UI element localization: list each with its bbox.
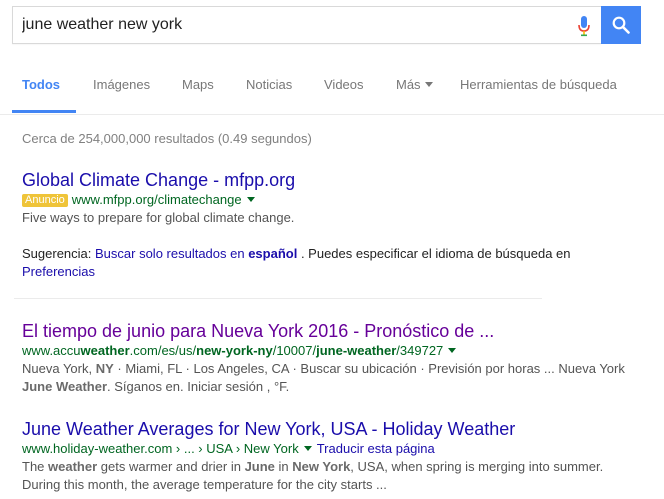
divider <box>14 298 542 299</box>
result-snippet: The weather gets warmer and drier in Jun… <box>22 458 642 494</box>
url-segment-bold: new-york-ny <box>196 343 273 358</box>
result-url: www.holiday-weather.com › ... › USA › Ne… <box>22 441 299 456</box>
snippet-bold: NY <box>95 361 114 376</box>
url-segment: .com/es/us/ <box>129 343 197 358</box>
search-header <box>0 0 664 52</box>
search-result: June Weather Averages for New York, USA … <box>22 418 642 494</box>
spanish-results-link-bold: español <box>248 246 298 261</box>
search-box <box>12 6 601 44</box>
url-segment: /349727 <box>396 343 444 358</box>
url-segment: /10007/ <box>272 343 317 358</box>
ad-snippet: Five ways to prepare for global climate … <box>22 210 295 225</box>
url-menu-arrow-icon[interactable] <box>448 348 457 353</box>
snippet-text: in <box>274 459 293 474</box>
url-menu-arrow-icon[interactable] <box>303 446 312 451</box>
tab-news[interactable]: Noticias <box>246 77 292 92</box>
suggestion-middle: . Puedes especificar el idioma de búsque… <box>297 246 571 261</box>
tab-images[interactable]: Imágenes <box>93 77 150 92</box>
ad-result: Global Climate Change - mfpp.org Anuncio… <box>22 169 642 227</box>
search-tabs: Todos Imágenes Maps Noticias Videos Más … <box>0 52 664 115</box>
tab-videos[interactable]: Videos <box>324 77 364 92</box>
ad-title-link[interactable]: Global Climate Change - mfpp.org <box>22 169 642 191</box>
result-title-link[interactable]: El tiempo de junio para Nueva York 2016 … <box>22 320 642 342</box>
result-title-link[interactable]: June Weather Averages for New York, USA … <box>22 418 642 440</box>
url-menu-arrow-icon[interactable] <box>246 197 255 202</box>
tab-more-label: Más <box>396 77 421 92</box>
search-input[interactable] <box>22 14 552 36</box>
search-icon <box>612 16 630 34</box>
tab-maps[interactable]: Maps <box>182 77 214 92</box>
tab-search-tools[interactable]: Herramientas de búsqueda <box>460 77 617 92</box>
chevron-down-icon <box>424 82 433 87</box>
result-stats: Cerca de 254,000,000 resultados (0.49 se… <box>22 131 312 146</box>
result-url-line: www.accuweather.com/es/us/new-york-ny/10… <box>22 342 642 360</box>
snippet-text: gets warmer and drier in <box>97 459 245 474</box>
tab-all[interactable]: Todos <box>22 77 60 92</box>
result-snippet: Nueva York, NY · Miami, FL · Los Angeles… <box>22 360 642 396</box>
snippet-text: · Miami, FL · Los Angeles, CA · Buscar s… <box>113 361 625 376</box>
url-segment: www.accu <box>22 343 81 358</box>
preferences-link[interactable]: Preferencias <box>22 264 95 279</box>
active-tab-indicator <box>12 110 76 113</box>
language-suggestion: Sugerencia: Buscar solo resultados en es… <box>22 245 642 281</box>
snippet-bold: June Weather <box>22 379 108 394</box>
search-result: El tiempo de junio para Nueva York 2016 … <box>22 320 642 396</box>
snippet-text: Nueva York, <box>22 361 96 376</box>
snippet-bold: June <box>244 459 275 474</box>
snippet-bold: New York <box>292 459 351 474</box>
ad-url: www.mfpp.org/climatechange <box>71 192 242 207</box>
result-url-line: www.holiday-weather.com › ... › USA › Ne… <box>22 440 642 458</box>
snippet-text: . Síganos en. Iniciar sesión , °F. <box>107 379 290 394</box>
spanish-results-link[interactable]: Buscar solo resultados en español <box>95 246 297 261</box>
suggestion-prefix: Sugerencia: <box>22 246 95 261</box>
translate-page-link[interactable]: Traducir esta página <box>317 441 435 456</box>
url-segment-bold: june-weather <box>316 343 397 358</box>
ad-url-line: Anuncio www.mfpp.org/climatechange <box>22 191 642 209</box>
url-segment-bold: weather <box>80 343 130 358</box>
search-button[interactable] <box>601 6 641 44</box>
ad-badge: Anuncio <box>22 194 68 207</box>
tab-more[interactable]: Más <box>396 77 433 92</box>
microphone-icon[interactable] <box>577 15 591 37</box>
snippet-bold: weather <box>48 459 98 474</box>
snippet-text: The <box>22 459 49 474</box>
spanish-results-link-text: Buscar solo resultados en <box>95 246 249 261</box>
